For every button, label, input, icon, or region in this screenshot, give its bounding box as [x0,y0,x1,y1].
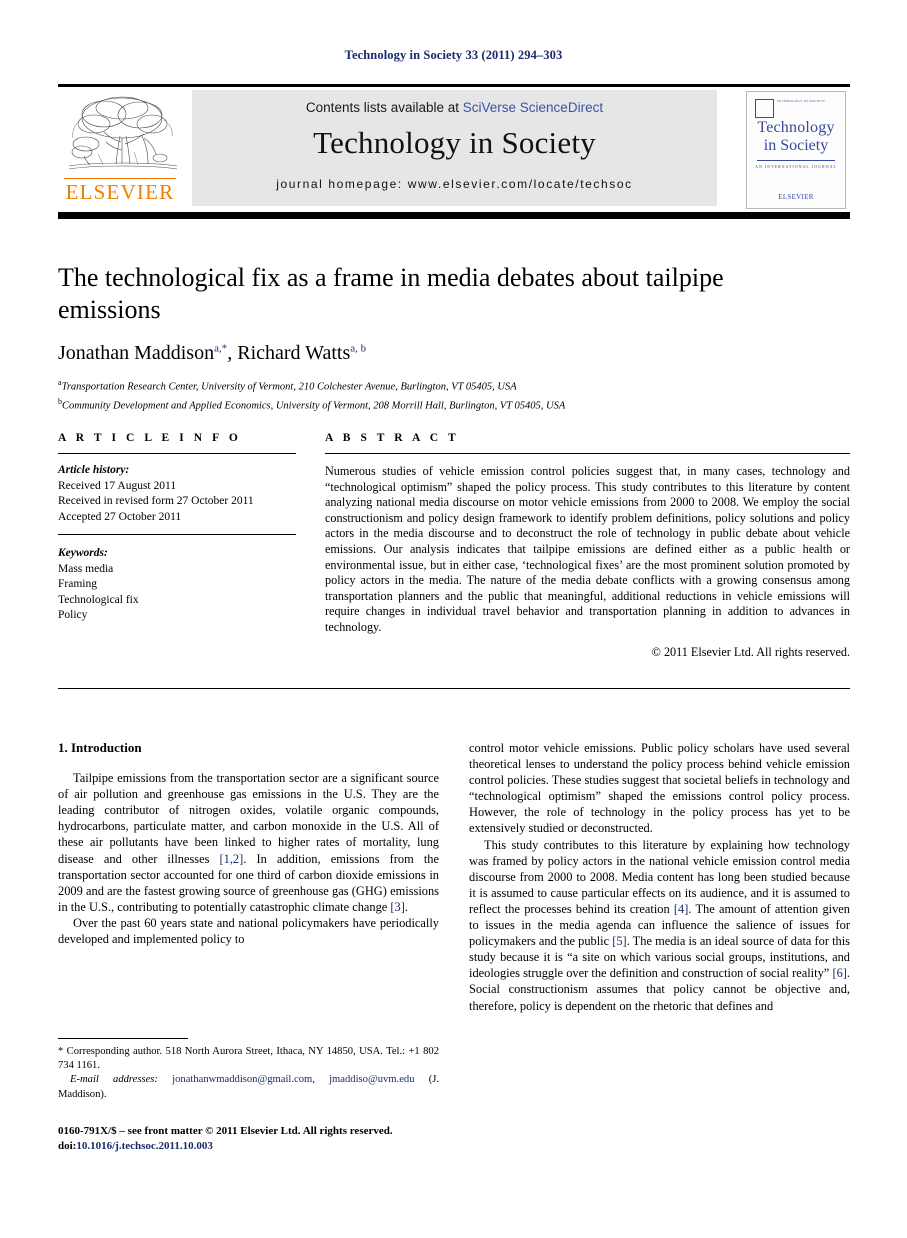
keywords-block: Keywords: Mass media Framing Technologic… [58,546,296,624]
citation-ref-5[interactable]: [5] [612,934,626,948]
email-note: E-mail addresses: jonathanwmaddison@gmai… [58,1073,439,1101]
paragraph-left-2: Over the past 60 years state and nationa… [58,915,439,947]
footnote-block: * Corresponding author. 518 North Aurora… [58,1038,439,1102]
abstract-heading: A B S T R A C T [325,432,460,444]
cover-inner: TECHNOLOGY IN SOCIETY Technology in Soci… [747,92,845,208]
article-info-rule-2 [58,534,296,535]
author-separator: , [227,342,238,364]
paragraph-right-1: control motor vehicle emissions. Public … [469,741,850,836]
elsevier-wordmark: ELSEVIER [64,178,176,204]
cover-title-line2: in Society [763,137,829,154]
citation-ref-3[interactable]: [3] [390,900,404,914]
elsevier-tree-icon [68,96,178,170]
keyword-item: Framing [58,578,97,590]
history-item: Received in revised form 27 October 2011 [58,495,254,507]
citation-ref-6[interactable]: [6] [832,966,846,980]
keywords-label: Keywords: [58,547,108,559]
keyword-item: Mass media [58,562,114,575]
masthead-bottom-rule [58,212,850,219]
author-marks-1: a,* [214,342,228,355]
email-link-2[interactable]: jmaddiso@uvm.edu [329,1074,414,1085]
body-column-right: control motor vehicle emissions. Public … [469,740,850,1014]
article-title: The technological fix as a frame in medi… [58,263,724,324]
section-title-introduction: 1. Introduction [58,740,142,755]
article-info-rule-1 [58,453,296,454]
para-text: . [404,899,408,914]
keyword-item: Technological fix [58,593,139,606]
doi-link[interactable]: 10.1016/j.techsoc.2011.10.003 [76,1140,213,1152]
journal-masthead: ELSEVIER Contents lists available at Sci… [58,84,850,219]
keyword-item: Policy [58,609,88,621]
article-info-column: A R T I C L E I N F O Article history: R… [58,432,296,624]
journal-cover-thumbnail[interactable]: TECHNOLOGY IN SOCIETY Technology in Soci… [746,91,846,209]
cover-subtitle: AN INTERNATIONAL JOURNAL [755,164,837,169]
affiliation-a: aTransportation Research Center, Univers… [58,376,850,395]
contents-available-line: Contents lists available at SciVerse Sci… [192,90,717,115]
article-info-heading: A R T I C L E I N F O [58,432,242,444]
imprint-block: 0160-791X/$ – see front matter © 2011 El… [58,1124,458,1153]
email-label: E-mail addresses: [70,1074,158,1086]
history-item: Accepted 27 October 2011 [58,510,182,523]
cover-footer: ELSEVIER [747,194,845,201]
masthead-top-rule [58,84,850,87]
corresponding-author-note: * Corresponding author. 518 North Aurora… [58,1046,439,1072]
body-column-left: 1. Introduction Tailpipe emissions from … [58,740,439,947]
cover-top-text: TECHNOLOGY IN SOCIETY [777,99,826,103]
footnote-rule [58,1038,188,1039]
cover-title: Technology in Society [747,119,845,155]
article-page: Technology in Society 33 (2011) 294–303 [0,0,907,1238]
citation-ref-4[interactable]: [4] [674,902,688,916]
history-item: Received 17 August 2011 [58,479,177,492]
paragraph-right-2: This study contributes to this literatur… [469,837,850,1014]
affiliations: aTransportation Research Center, Univers… [58,376,850,413]
affiliation-b: bCommunity Development and Applied Econo… [58,395,850,414]
journal-homepage-line[interactable]: journal homepage: www.elsevier.com/locat… [192,177,717,191]
cover-elsevier-logo-icon [755,99,774,118]
journal-name: Technology in Society [313,125,596,160]
author-name-2[interactable]: Richard Watts [237,342,350,364]
abstract-bottom-rule [58,688,850,689]
abstract-text: Numerous studies of vehicle emission con… [325,464,850,634]
title-block: The technological fix as a frame in medi… [58,262,850,413]
author-name-1[interactable]: Jonathan Maddison [58,342,214,364]
doi-label: doi: [58,1139,77,1152]
author-marks-2: a, b [350,342,367,355]
abstract-copyright: © 2011 Elsevier Ltd. All rights reserved… [651,644,850,659]
elsevier-logo: ELSEVIER [64,92,182,206]
affiliation-b-text: Community Development and Applied Econom… [62,400,566,411]
cover-title-line1: Technology [757,119,835,136]
cover-publisher: ELSEVIER [778,193,814,201]
running-head: Technology in Society 33 (2011) 294–303 [344,48,563,62]
author-list: Jonathan Maddisona,*, Richard Wattsa, b [58,342,850,365]
contents-prefix: Contents lists available at [305,100,463,115]
masthead-body: ELSEVIER Contents lists available at Sci… [58,90,850,209]
masthead-center-panel: Contents lists available at SciVerse Sci… [192,90,717,206]
article-history-label: Article history: [58,464,130,476]
abstract-column: A B S T R A C T Numerous studies of vehi… [325,432,850,660]
article-history: Article history: Received 17 August 2011… [58,463,296,525]
sciencedirect-link[interactable]: SciVerse ScienceDirect [463,100,603,115]
doi-line: doi:10.1016/j.techsoc.2011.10.003 [58,1139,458,1154]
paragraph-left-1: Tailpipe emissions from the transportati… [58,770,439,915]
abstract-rule [325,453,850,454]
email-separator: , [312,1074,330,1086]
cover-divider [757,160,835,161]
email-link-1[interactable]: jonathanwmaddison@gmail.com [172,1074,312,1085]
citation-ref-1-2[interactable]: [1,2] [220,852,244,866]
issn-line: 0160-791X/$ – see front matter © 2011 El… [58,1125,393,1137]
affiliation-a-text: Transportation Research Center, Universi… [61,381,517,393]
